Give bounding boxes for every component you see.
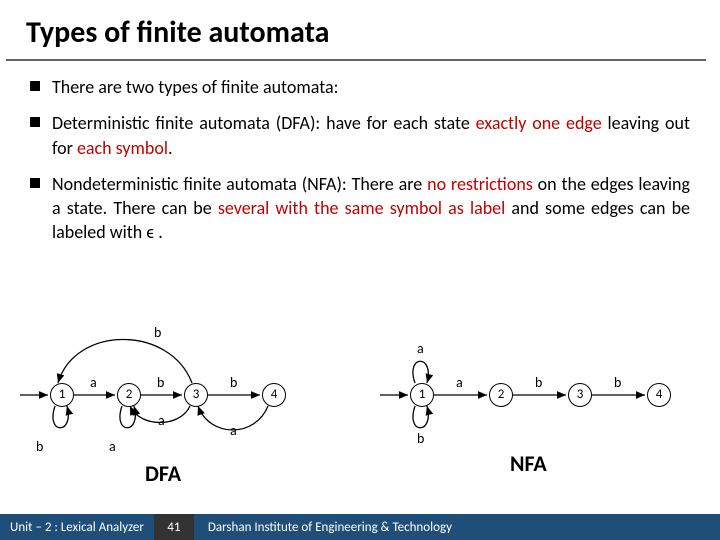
footer-page: 41 (154, 514, 194, 540)
dfa-state-3: 3 (184, 383, 208, 407)
dfa-state-1: 1 (50, 383, 74, 407)
bullet-2-text: Deterministic finite automata (DFA): hav… (52, 111, 690, 160)
dfa-label-loop2: a (109, 438, 116, 455)
nfa-state-4: 4 (647, 383, 671, 407)
bullet-1-text: There are two types of finite automata: (52, 75, 338, 99)
nfa-state-2: 2 (489, 383, 513, 407)
text: have for each state (326, 112, 476, 134)
nfa-label-b: b (535, 374, 542, 391)
bullet-icon (30, 81, 40, 91)
dfa-label-b: b (157, 374, 164, 391)
footer-institute: Darshan Institute of Engineering & Techn… (194, 514, 720, 540)
bullet-1: There are two types of finite automata: (30, 75, 690, 99)
slide-title: Types of finite automata (6, 0, 706, 61)
footer: Unit – 2 : Lexical Analyzer 41 Darshan I… (0, 514, 720, 540)
nfa-title: NFA (510, 450, 547, 477)
text: ϵ (146, 221, 154, 243)
nfa-label-b2: b (614, 374, 621, 391)
bullet-icon (30, 178, 40, 188)
bullet-icon (30, 117, 40, 127)
text: Nondeterministic finite automata (NFA): … (52, 173, 427, 195)
dfa-label-loop1: b (36, 438, 43, 455)
bullet-3-text: Nondeterministic finite automata (NFA): … (52, 172, 690, 245)
text: Deterministic finite automata (DFA): (52, 112, 326, 134)
diagrams-area: 1 2 3 4 a b b b a b a a DFA 1 2 3 4 a b … (0, 310, 720, 510)
text: . (168, 137, 173, 159)
content-area: There are two types of finite automata: … (0, 61, 720, 245)
nfa-state-1: 1 (410, 383, 434, 407)
text-red: exactly one edge (476, 112, 602, 134)
dfa-label-31: b (154, 324, 161, 341)
text: . (154, 221, 163, 243)
dfa-title: DFA (145, 460, 181, 487)
dfa-state-4: 4 (262, 383, 286, 407)
dfa-label-32: a (158, 412, 165, 429)
nfa-label-a: a (456, 374, 463, 391)
dfa-label-b2: b (230, 374, 237, 391)
dfa-state-2: 2 (117, 383, 141, 407)
footer-unit: Unit – 2 : Lexical Analyzer (0, 514, 154, 540)
nfa-label-loop-bot: b (417, 430, 424, 447)
bullet-2: Deterministic finite automata (DFA): hav… (30, 111, 690, 160)
automata-edges (0, 310, 720, 510)
dfa-label-a: a (90, 374, 97, 391)
bullet-3: Nondeterministic finite automata (NFA): … (30, 172, 690, 245)
text-red: no restrictions (427, 173, 533, 195)
dfa-label-43: a (230, 422, 237, 439)
text-red: each symbol (77, 137, 168, 159)
nfa-label-loop-top: a (417, 340, 424, 357)
nfa-state-3: 3 (568, 383, 592, 407)
text-red: several with the same symbol as label (218, 197, 505, 219)
